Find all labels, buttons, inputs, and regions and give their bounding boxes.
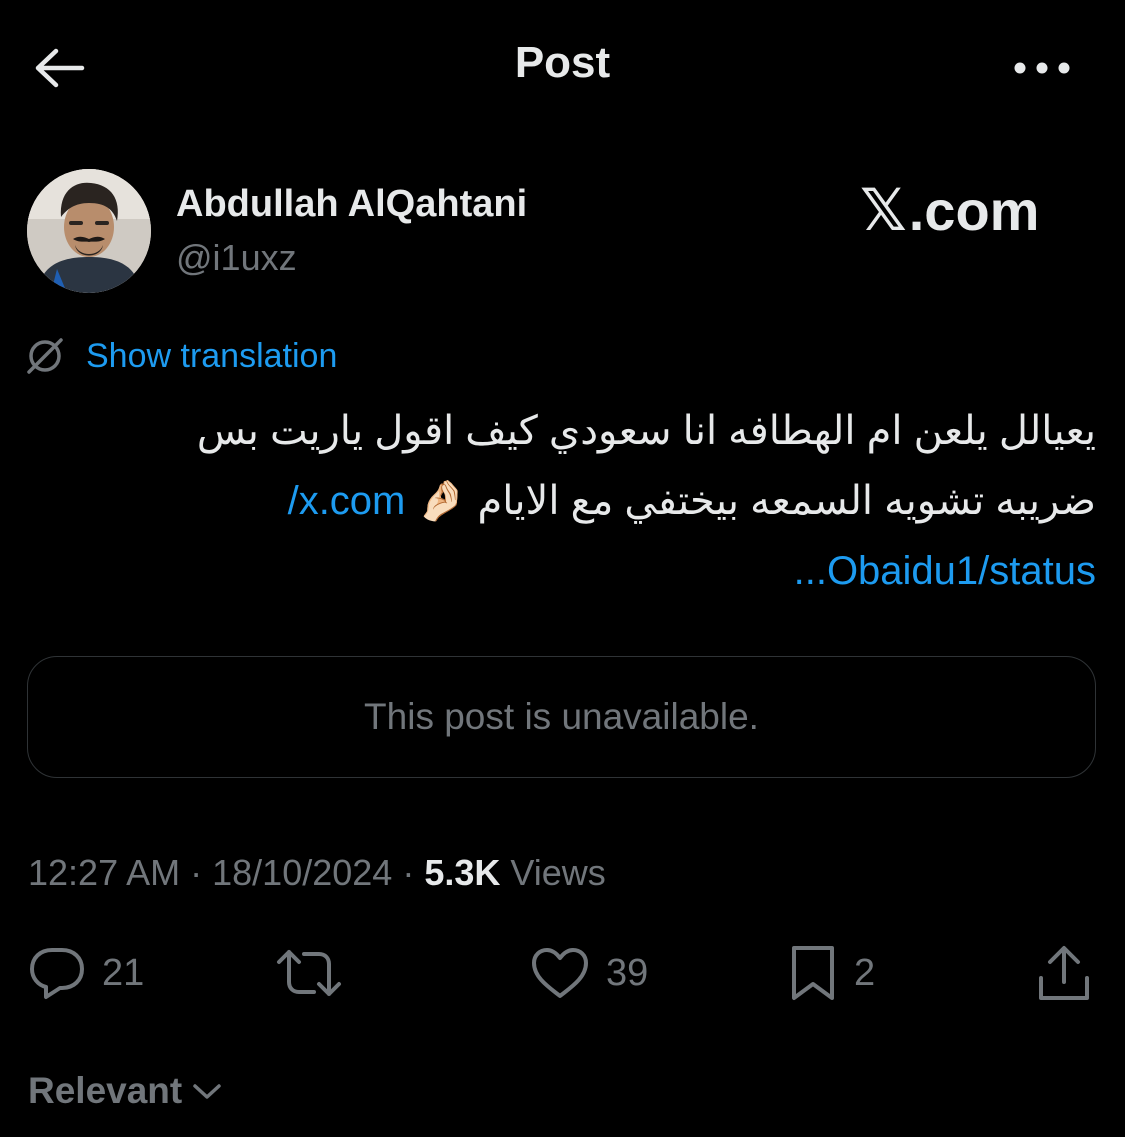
post-time[interactable]: 12:27 AM [28, 852, 180, 893]
avatar-photo [27, 169, 151, 293]
globe-icon [27, 338, 63, 374]
bookmark-count: 2 [854, 951, 876, 994]
show-translation-button[interactable]: Show translation [24, 334, 337, 378]
bookmark-button[interactable]: 2 [788, 942, 875, 1004]
meta-separator: · [190, 852, 203, 893]
post-link-part-2[interactable]: Obaidu1/status... [28, 536, 1096, 606]
like-count: 39 [606, 951, 649, 994]
post-meta: 12:27 AM · 18/10/2024 · 5.3K Views [28, 852, 606, 894]
reply-icon [30, 948, 84, 999]
author-name[interactable]: Abdullah AlQahtani [176, 183, 527, 226]
avatar[interactable] [27, 169, 151, 293]
x-logo-icon: 𝕏 [860, 178, 907, 243]
post-date[interactable]: 18/10/2024 [212, 852, 392, 893]
watermark-text: .com [908, 179, 1040, 242]
meta-separator: · [402, 852, 415, 893]
unavailable-post-text: This post is unavailable. [364, 696, 759, 737]
views-label: Views [510, 852, 606, 893]
post-text-line-2-text: ضريبه تشويه السمعه بيختفي مع الايام [477, 479, 1096, 523]
heart-icon [532, 948, 588, 998]
pinched-fingers-emoji: 🤌🏻 [416, 479, 467, 523]
repost-button[interactable] [276, 942, 358, 1004]
post-text: يعيالل يلعن ام الهطافه انا سعودي كيف اقو… [28, 396, 1096, 606]
sort-replies-dropdown[interactable]: Relevant [28, 1066, 224, 1116]
repost-icon [277, 950, 341, 996]
chevron-down-icon [193, 1084, 221, 1099]
bookmark-icon [792, 946, 834, 1000]
post-link-part-1[interactable]: x.com/ [288, 479, 406, 523]
sort-label: Relevant [28, 1070, 183, 1111]
views-count: 5.3K [424, 852, 501, 893]
arrow-left-icon [35, 48, 85, 88]
x-com-watermark: 𝕏 .com [860, 176, 1080, 244]
back-button[interactable] [28, 38, 92, 98]
share-icon [1039, 946, 1089, 1000]
unavailable-post-card: This post is unavailable. [27, 656, 1096, 778]
post-text-line-1: يعيالل يلعن ام الهطافه انا سعودي كيف اقو… [196, 409, 1096, 453]
post-text-line-2: ضريبه تشويه السمعه بيختفي مع الايام 🤌🏻 x… [28, 466, 1096, 536]
more-horizontal-icon [1014, 62, 1070, 74]
page-title: Post [514, 38, 611, 87]
show-translation-label: Show translation [86, 336, 338, 375]
share-button[interactable] [1036, 942, 1092, 1004]
author-handle[interactable]: @i1uxz [176, 237, 297, 279]
reply-button[interactable]: 21 [28, 942, 144, 1004]
more-options-button[interactable] [1004, 44, 1080, 92]
like-button[interactable]: 39 [530, 942, 648, 1004]
reply-count: 21 [102, 951, 145, 994]
